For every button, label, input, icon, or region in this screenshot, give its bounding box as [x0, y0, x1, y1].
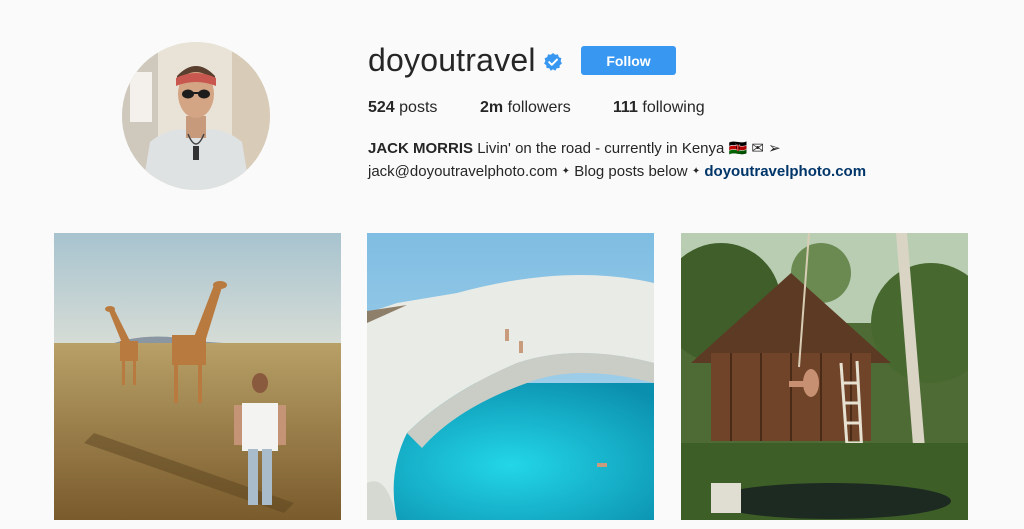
- bio-text-2: Blog posts below: [570, 163, 692, 180]
- followers-label: followers: [507, 99, 571, 116]
- sparkle-icon: ✦: [561, 166, 571, 177]
- sparkle-icon: ✦: [691, 166, 701, 177]
- bio-email: jack@doyoutravelphoto.com: [368, 163, 558, 180]
- profile-full-name: JACK MORRIS: [368, 140, 474, 157]
- posts-count: 524: [368, 99, 395, 116]
- bio-emojis: 🇰🇪 ✉ ➢: [728, 140, 781, 157]
- jungle-hut-rope-swing-photo: [681, 233, 968, 520]
- follow-button[interactable]: Follow: [581, 46, 676, 75]
- profile-avatar: [122, 42, 270, 190]
- followers-stat[interactable]: 2m followers: [480, 98, 571, 118]
- profile-username: doyoutravel: [368, 42, 536, 78]
- post-thumbnail-3[interactable]: [681, 233, 968, 520]
- following-label: following: [642, 99, 705, 116]
- followers-count: 2m: [480, 99, 504, 116]
- bio-line-2: jack@doyoutravelphoto.com ✦ Blog posts b…: [368, 160, 866, 183]
- posts-stat: 524 posts: [368, 98, 437, 118]
- bio-line-1: JACK MORRIS Livin' on the road - current…: [368, 137, 866, 160]
- giraffes-savanna-photo: [54, 233, 341, 520]
- profile-website-link[interactable]: doyoutravelphoto.com: [704, 163, 866, 180]
- profile-bio: JACK MORRIS Livin' on the road - current…: [368, 137, 866, 183]
- sea-cave-lagoon-photo: [367, 233, 654, 520]
- post-thumbnail-2[interactable]: [367, 233, 654, 520]
- following-count: 111: [613, 99, 638, 116]
- verified-badge-icon: [544, 53, 562, 71]
- post-thumbnail-1[interactable]: [54, 233, 341, 520]
- following-stat[interactable]: 111 following: [613, 98, 705, 118]
- posts-label: posts: [399, 99, 438, 116]
- bio-text-1: Livin' on the road - currently in Kenya: [477, 140, 729, 157]
